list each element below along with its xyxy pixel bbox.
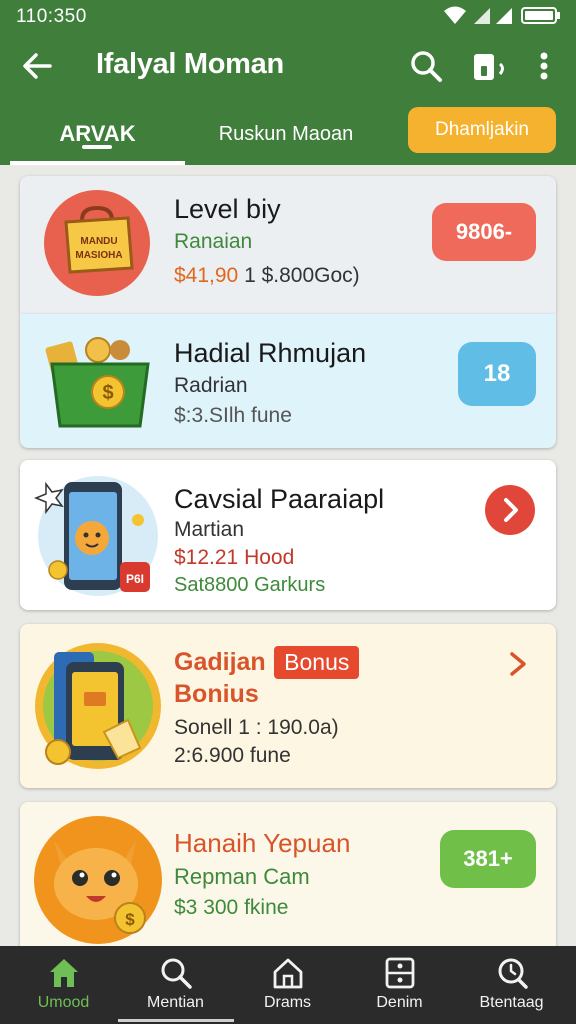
card-title: Level biy [174,194,281,224]
phone-mascot-icon: P6I [34,476,158,596]
system-status-icons [444,6,560,24]
nav-label: Umood [37,994,90,1011]
card-title: Gadijan [174,648,266,676]
card-subtitle: Repman Cam [174,864,310,889]
card-subtitle: Radrian [174,374,248,397]
bottom-nav: Umood Mentian Drams Denim Btentaag [0,946,576,1024]
svg-text:$: $ [125,910,135,929]
house-outline-icon [273,958,303,989]
money-box-icon: $ [45,337,150,428]
nav-label: Denim [376,994,423,1011]
nav-item-mentian[interactable]: Mentian [118,946,233,1024]
nav-item-drams[interactable]: Drams [230,946,345,1024]
tab-label: ARVAK [59,121,136,146]
nav-item-umood[interactable]: Umood [6,946,121,1024]
red-bag-icon: MANDU MASIOHA [44,190,150,296]
phone-bonus-icon [35,643,161,769]
wallet-icon[interactable] [470,48,510,84]
list-item[interactable]: MANDU MASIOHA Level biy Ranaian $41,90 1… [20,176,556,314]
app-bar: Ifalyal Moman [0,36,576,96]
card-title-row: Gadijan Bonus [174,646,360,680]
signal-icon [474,8,490,24]
card-subtitle: Ranaian [174,230,253,253]
wifi-icon [444,6,466,24]
card-badge[interactable]: 18 [458,342,536,406]
card-amount: $41,90 [174,264,239,287]
bonus-badge: Bonus [274,646,360,679]
list-item[interactable]: Gadijan Bonus Bonius Sonell 1 : 190.0a) … [20,624,556,788]
svg-text:$: $ [102,382,113,404]
nav-label: Drams [263,994,312,1011]
chevron-right-button-icon[interactable] [484,484,536,536]
home-icon [50,959,78,987]
back-arrow-icon[interactable] [20,50,56,82]
card-detail: Sat8800 Garkurs [174,574,326,596]
card-subtitle: Bonius [174,680,259,708]
tab-dhamljakin[interactable]: Dhamljakin [408,107,556,153]
nav-item-btentaag[interactable]: Btentaag [454,946,569,1024]
home-gesture-indicator [118,1019,234,1022]
card-subtitle: Martian [174,518,245,541]
top-header: 110:350 Ifalyal Moman ARVAK Ruskun Maoan… [0,0,576,165]
chevron-right-icon[interactable] [504,650,532,678]
history-icon [498,958,528,989]
list-item[interactable]: $ Hanaih Yepuan Repman Cam $3 300 fkine … [20,802,556,952]
card-detail: $:3.SIlh fune [174,404,292,427]
wallet-icon [385,957,415,989]
nav-item-denim[interactable]: Denim [342,946,457,1024]
card-title: Cavsial Paaraiapl [174,484,385,514]
tab-label: Ruskun Maoan [218,122,354,145]
page-title: Ifalyal Moman [96,48,284,80]
card-badge[interactable]: 381+ [440,830,536,888]
card-amount-extra: 1 $.800Goc) [238,264,360,287]
search-icon[interactable] [408,48,444,84]
tab-ruskun-maoan[interactable]: Ruskun Maoan [196,103,376,165]
tab-arvak[interactable]: ARVAK [10,103,185,165]
tab-bar: ARVAK Ruskun Maoan Dhamljakin [0,103,576,165]
nav-label: Mentian [147,994,204,1011]
card-amount-line: $41,90 1 $.800Goc) [174,264,360,288]
signal-icon-2 [496,8,512,24]
status-time: 110:350 [16,6,87,27]
cup-label: P6I [126,572,144,586]
list-item[interactable]: P6I Cavsial Paaraiapl Martian $12.21 Hoo… [20,460,556,610]
card-title: Hadial Rhmujan [174,338,367,368]
svg-text:MANDU: MANDU [80,236,117,247]
tab-active-bar [10,161,185,165]
list-item[interactable]: $ Hadial Rhmujan Radrian $:3.SIlh fune 1… [20,314,556,448]
card-line-1: Sonell 1 : 190.0a) [174,716,339,739]
card-badge[interactable]: 9806- [432,203,536,261]
more-vert-icon[interactable] [532,48,556,84]
card-detail: $3 300 fkine [174,896,289,919]
search-icon [161,958,192,989]
card-title: Hanaih Yepuan [174,828,351,858]
tab-label: Dhamljakin [435,119,529,140]
tab-active-indicator [82,145,112,149]
card-amount: $12.21 Hood [174,546,295,569]
status-bar: 110:350 [0,0,576,30]
card-line-2: 2:6.900 fune [174,744,291,767]
cat-coin-icon: $ [34,816,162,944]
nav-label: Btentaag [479,994,544,1011]
svg-text:MASIOHA: MASIOHA [75,250,122,261]
